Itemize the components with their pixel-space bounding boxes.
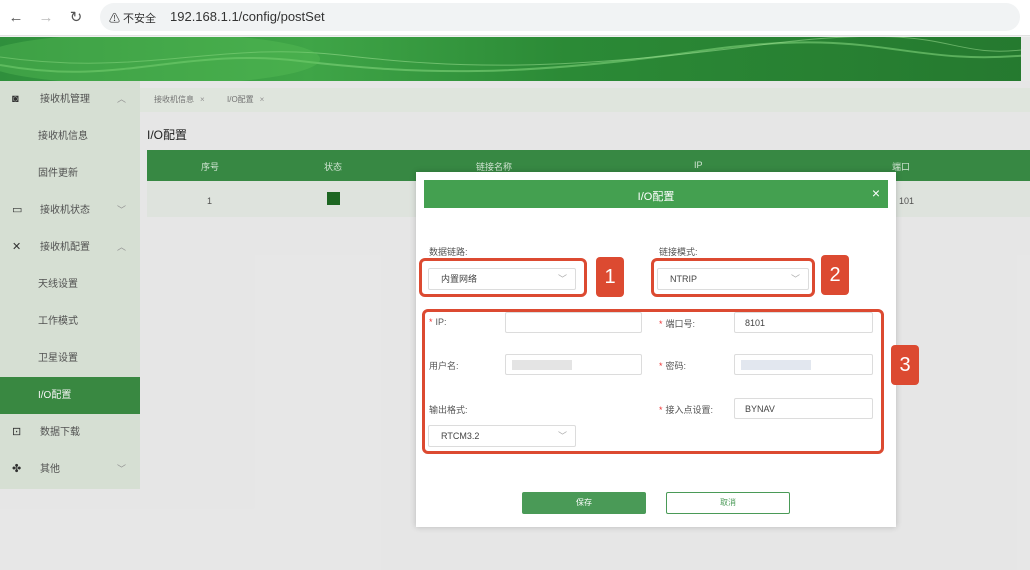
- url-text[interactable]: 192.168.1.1/config/postSet: [170, 9, 325, 24]
- highlight-box-3: [422, 309, 884, 454]
- dialog-header: I/O配置 ×: [424, 180, 888, 208]
- forward-icon[interactable]: →: [36, 8, 56, 28]
- annotation-badge-3: 3: [891, 345, 919, 385]
- cancel-button[interactable]: 取消: [666, 492, 790, 514]
- reload-icon[interactable]: ↻: [66, 8, 86, 28]
- annotation-badge-1: 1: [596, 257, 624, 297]
- highlight-box-2: [651, 258, 815, 297]
- back-icon[interactable]: ←: [6, 8, 26, 28]
- highlight-box-1: [419, 258, 587, 297]
- data-link-label: 数据链路:: [429, 247, 468, 257]
- save-button[interactable]: 保存: [522, 492, 646, 514]
- header-banner: [0, 37, 1030, 81]
- scrollbar[interactable]: [1021, 37, 1030, 81]
- link-mode-label: 链接模式:: [659, 247, 698, 257]
- security-indicator[interactable]: ⚠ 不安全: [109, 10, 156, 26]
- banner-wave-graphic: [0, 37, 1030, 81]
- close-icon[interactable]: ×: [872, 185, 880, 201]
- browser-toolbar: ← → ↻ ⚠ 不安全 192.168.1.1/config/postSet: [0, 0, 1030, 36]
- address-bar[interactable]: ⚠ 不安全 192.168.1.1/config/postSet: [100, 3, 1020, 31]
- dialog-title: I/O配置: [637, 191, 675, 203]
- annotation-badge-2: 2: [821, 255, 849, 295]
